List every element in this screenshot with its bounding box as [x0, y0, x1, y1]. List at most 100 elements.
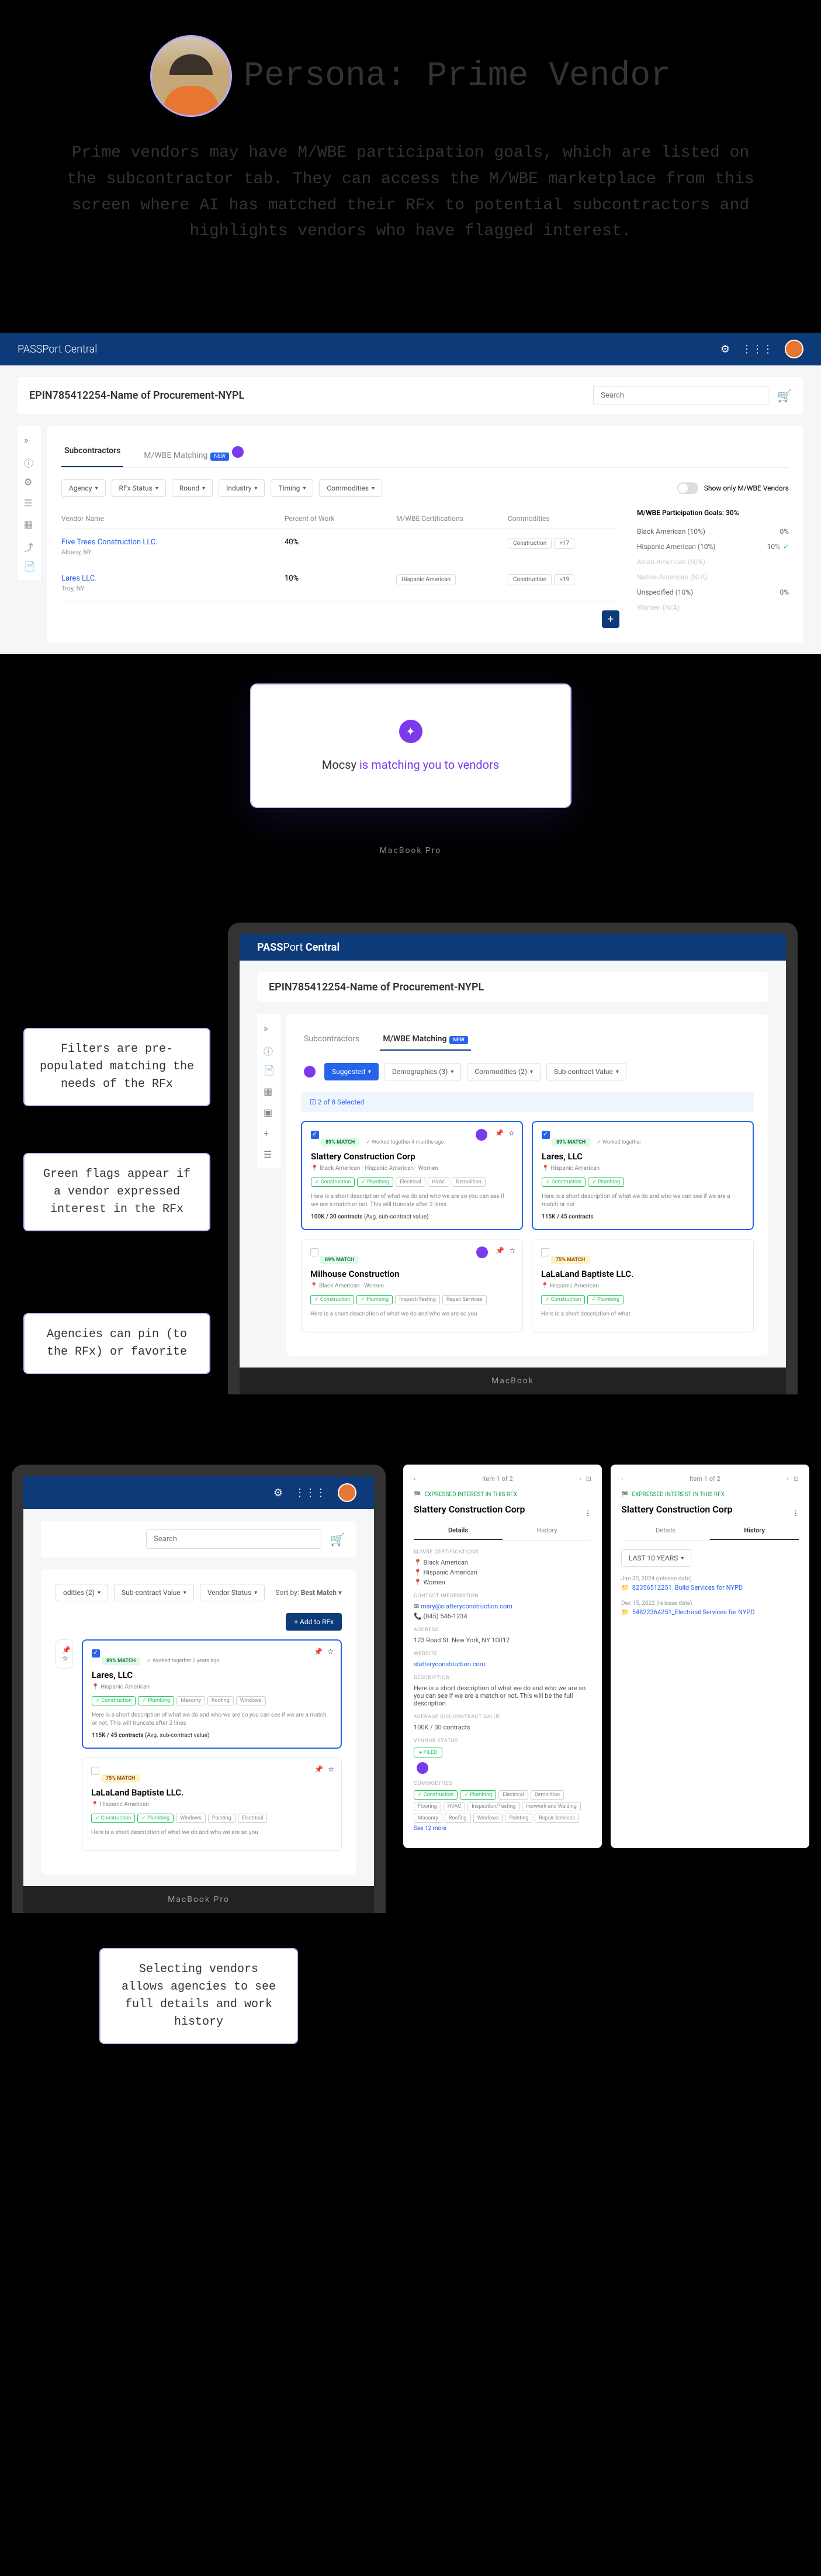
- filter-demographics[interactable]: Demographics (3): [384, 1063, 461, 1080]
- user-avatar-icon[interactable]: [338, 1483, 356, 1502]
- close-icon[interactable]: ⊡: [794, 1475, 799, 1483]
- sidebar-doc-icon[interactable]: 📄: [264, 1065, 274, 1075]
- sidebar-list-icon[interactable]: ☰: [24, 498, 34, 508]
- vendor-checkbox[interactable]: [91, 1767, 99, 1775]
- sidebar-grid-icon[interactable]: ▦: [264, 1086, 274, 1096]
- star-icon[interactable]: ☆: [508, 1129, 515, 1141]
- vendor-link[interactable]: Lares LLC.: [61, 574, 97, 583]
- user-avatar-icon[interactable]: [785, 340, 803, 358]
- sidebar-collapse-icon[interactable]: »: [264, 1023, 274, 1033]
- tab-matching[interactable]: M/WBE MatchingNEW: [141, 440, 250, 467]
- history-filter[interactable]: LAST 10 YEARS: [621, 1549, 691, 1567]
- nav-back-icon[interactable]: ‹: [414, 1475, 415, 1483]
- cart-icon[interactable]: 🛒: [330, 1532, 345, 1546]
- filter-rfx-status[interactable]: RFx Status: [112, 479, 166, 497]
- tab-subcontractors[interactable]: Subcontractors: [301, 1028, 362, 1051]
- annotation-details: Selecting vendors allows agencies to see…: [99, 1948, 298, 2044]
- add-to-rfx-button[interactable]: + Add to RFx: [286, 1613, 342, 1631]
- star-icon[interactable]: ☆: [62, 1654, 68, 1662]
- app-name: PASSPort Central: [18, 343, 97, 355]
- pin-icon[interactable]: 📌: [314, 1648, 323, 1656]
- mwbe-toggle[interactable]: [677, 482, 698, 494]
- vendor-card[interactable]: 89% MATCH ✓ Worked together Lares, LLC 📍…: [532, 1121, 754, 1230]
- pin-icon[interactable]: 📌: [495, 1129, 504, 1141]
- filter-commodities[interactable]: Commodities (2): [467, 1063, 541, 1080]
- history-link[interactable]: 📁82356512251_Build Services for NYPD: [621, 1584, 799, 1591]
- filter-subcontract[interactable]: Sub-contract Value: [114, 1584, 194, 1601]
- email-link[interactable]: mary@slatteryconstruction.com: [421, 1603, 512, 1610]
- panel-tab-history[interactable]: History: [503, 1522, 591, 1540]
- nav-next-icon[interactable]: ›: [787, 1475, 788, 1483]
- vendor-checkbox[interactable]: [542, 1131, 550, 1139]
- goal-row: Black American (10%)0%: [637, 524, 789, 539]
- more-icon[interactable]: ⋮: [584, 1509, 591, 1517]
- vendor-checkbox[interactable]: [92, 1649, 100, 1658]
- star-icon[interactable]: ☆: [327, 1648, 334, 1656]
- sidebar-info-icon[interactable]: ⓘ: [24, 455, 34, 466]
- tab-subcontractors[interactable]: Subcontractors: [61, 440, 123, 467]
- sidebar-list-icon[interactable]: ☰: [264, 1149, 274, 1159]
- apps-icon[interactable]: ⋮⋮⋮: [295, 1487, 326, 1499]
- add-button[interactable]: +: [602, 610, 619, 628]
- cart-icon[interactable]: 🛒: [777, 389, 792, 403]
- search-input[interactable]: [593, 386, 768, 405]
- tab-matching[interactable]: M/WBE MatchingNEW: [380, 1028, 471, 1051]
- goal-row: Hispanic American (10%)10%✓: [637, 539, 789, 554]
- history-link[interactable]: 📁54822364251_Electrical Services for NYP…: [621, 1608, 799, 1616]
- settings-icon[interactable]: ⚙: [273, 1487, 283, 1499]
- vendor-checkbox[interactable]: [541, 1248, 549, 1256]
- sidebar-grid-icon[interactable]: ▦: [24, 519, 34, 529]
- close-icon[interactable]: ⊡: [586, 1475, 591, 1483]
- filter-agency[interactable]: Agency: [61, 479, 106, 497]
- search-input[interactable]: [146, 1529, 321, 1549]
- sidebar-box-icon[interactable]: ▣: [264, 1107, 274, 1117]
- filter-vendor-status[interactable]: Vendor Status: [200, 1584, 265, 1601]
- vendor-card[interactable]: 📌☆ 89% MATCH ✓ Worked together 4 months …: [301, 1121, 523, 1230]
- vendor-checkbox[interactable]: [310, 1248, 318, 1256]
- nav-back-icon[interactable]: ‹: [621, 1475, 623, 1483]
- pin-icon[interactable]: 📌: [62, 1646, 71, 1654]
- settings-icon[interactable]: ⚙: [720, 343, 730, 355]
- vendor-card[interactable]: 📌☆ 89% MATCH ✓ Worked together 2 years a…: [82, 1639, 342, 1749]
- filter-commodities[interactable]: Commodities: [319, 479, 382, 497]
- th-vendor-name[interactable]: Vendor Name: [61, 514, 285, 523]
- macbook-label: MacBook Pro: [0, 837, 821, 864]
- vendor-link[interactable]: Five Trees Construction LLC.: [61, 538, 158, 547]
- match-badge: 89% MATCH: [102, 1657, 140, 1665]
- filter-round[interactable]: Round: [172, 479, 213, 497]
- pin-icon[interactable]: 📌: [314, 1765, 323, 1773]
- filter-industry[interactable]: Industry: [219, 479, 265, 497]
- pin-icon[interactable]: 📌: [496, 1246, 504, 1258]
- sidebar-doc-icon[interactable]: 📄: [24, 561, 34, 571]
- vendor-card[interactable]: 📌☆ 75% MATCH LaLaLand Baptiste LLC. 📍 Hi…: [82, 1757, 342, 1851]
- vendor-detail-panel: ‹ Item 1 of 2 › ⊡ EXPRESSED INTEREST IN …: [403, 1465, 602, 1848]
- th-percent: Percent of Work: [285, 514, 396, 523]
- panel-tab-details[interactable]: Details: [621, 1522, 710, 1540]
- filter-suggested[interactable]: Suggested: [324, 1063, 379, 1080]
- filter-commodities[interactable]: odities (2): [56, 1584, 108, 1601]
- history-item: Jan 30, 2024 (release date) 📁82356512251…: [621, 1576, 799, 1591]
- website-link[interactable]: slatteryconstruction.com: [414, 1660, 591, 1668]
- sidebar-share-icon[interactable]: ⤴: [24, 540, 34, 550]
- sidebar-info-icon[interactable]: ⓘ: [264, 1044, 274, 1054]
- match-badge: 75% MATCH: [101, 1774, 140, 1783]
- sidebar-settings-icon[interactable]: ⚙: [24, 476, 34, 487]
- vendor-card[interactable]: 📌☆ 89% MATCH Milhouse Construction 📍 Bla…: [301, 1239, 523, 1332]
- star-icon[interactable]: ☆: [509, 1246, 515, 1258]
- vendor-checkbox[interactable]: [311, 1131, 319, 1139]
- star-icon[interactable]: ☆: [328, 1765, 334, 1773]
- sidebar-collapse-icon[interactable]: »: [24, 434, 34, 445]
- vendor-card[interactable]: 75% MATCH LaLaLand Baptiste LLC. 📍 Hispa…: [532, 1239, 754, 1332]
- apps-icon[interactable]: ⋮⋮⋮: [742, 343, 773, 355]
- goal-row: Women (N/A): [637, 600, 789, 615]
- highlight-dot-icon: [232, 446, 244, 458]
- more-icon[interactable]: ⋮: [792, 1509, 799, 1517]
- filter-subcontract[interactable]: Sub-contract Value: [546, 1063, 626, 1080]
- nav-next-icon[interactable]: ›: [579, 1475, 581, 1483]
- panel-tab-details[interactable]: Details: [414, 1522, 503, 1540]
- mwbe-toggle-label: Show only M/WBE Vendors: [704, 484, 789, 492]
- filter-timing[interactable]: Timing: [271, 479, 313, 497]
- see-more-link[interactable]: See 12 more: [414, 1825, 446, 1832]
- sidebar-plus-icon[interactable]: +: [264, 1128, 274, 1138]
- panel-tab-history[interactable]: History: [710, 1522, 799, 1540]
